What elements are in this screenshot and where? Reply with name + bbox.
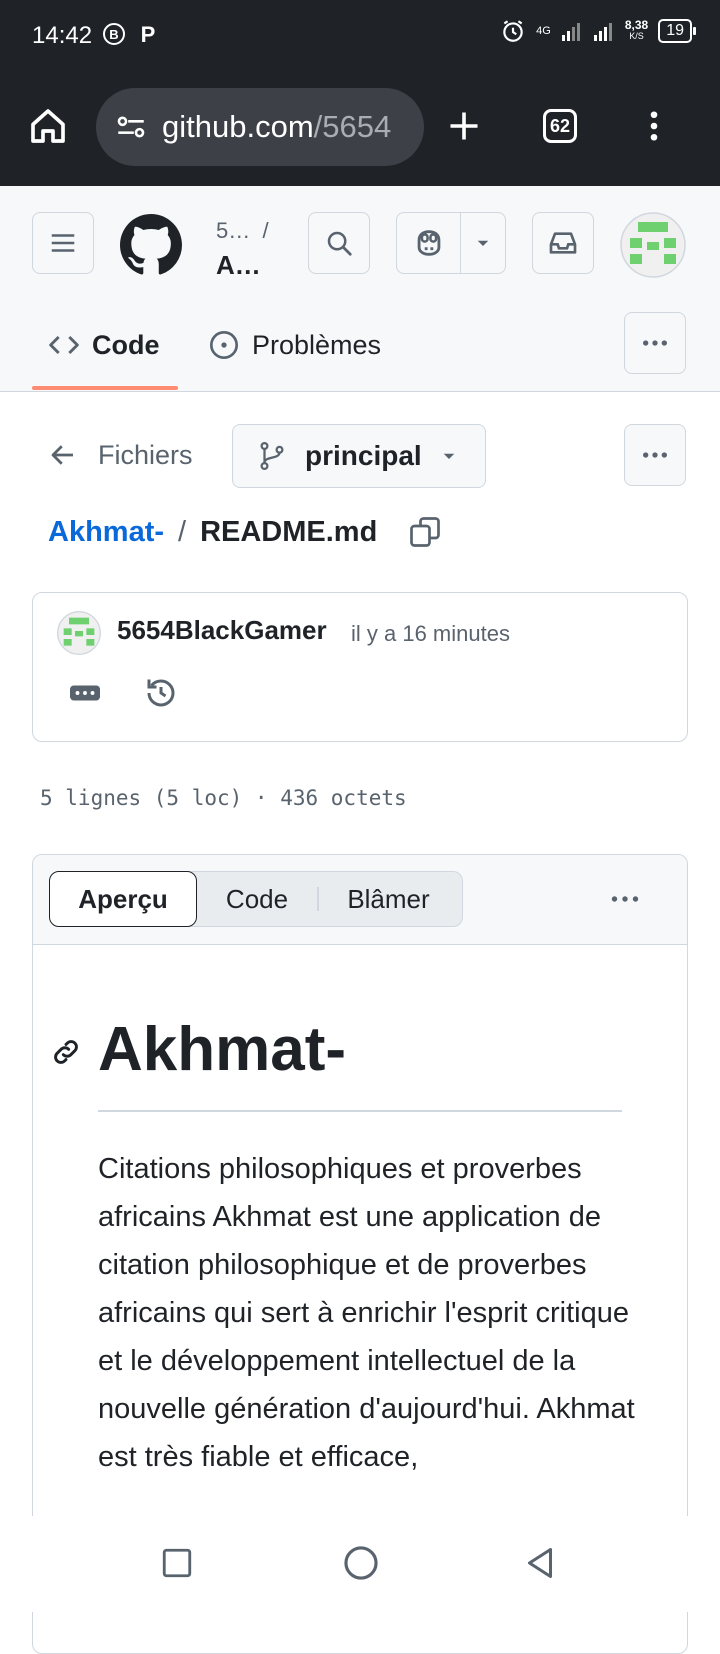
inbox-icon [549,232,577,254]
tab-issues[interactable]: Problèmes [208,316,381,374]
repo-owner[interactable]: 5… [216,218,250,243]
recent-apps-icon[interactable] [160,1546,194,1580]
tab-switcher-button[interactable]: 62 [538,104,582,148]
repo-name[interactable]: A… [216,248,269,282]
viewer-header: Aperçu Code Blâmer [33,855,687,945]
signal-2-icon [593,23,612,41]
file-info: 5 lignes (5 loc) · 436 octets [40,786,407,810]
repo-separator: / [262,218,269,243]
tab-code-label: Code [92,329,160,360]
path-repo-link[interactable]: Akhmat- [48,516,164,549]
home-icon[interactable] [26,104,70,148]
latest-commit-box: 5654BlackGamer il y a 16 minutes [32,592,688,742]
svg-text:P: P [141,22,156,46]
notification-p-icon: P [141,22,156,46]
hamburger-menu-button[interactable] [32,212,94,274]
active-tab-indicator [32,386,178,390]
copilot-button-group [396,212,506,274]
address-bar[interactable]: github.com/5654 [96,88,424,166]
new-tab-icon[interactable] [442,104,486,148]
home-nav-icon[interactable] [342,1544,380,1582]
net-speed-unit: K/S [629,31,644,41]
commit-author[interactable]: 5654BlackGamer [117,615,327,646]
inbox-button[interactable] [532,212,594,274]
path-file-name: README.md [200,515,378,548]
search-button[interactable] [308,212,370,274]
commit-author-avatar[interactable] [57,611,101,655]
signal-1-icon [561,23,580,41]
path-separator: / [178,515,187,548]
file-path-breadcrumb: Akhmat- / README.md [48,514,443,550]
copilot-dropdown-button[interactable] [461,213,505,273]
history-icon[interactable] [143,675,179,711]
arrow-left-icon [51,445,73,465]
view-mode-blame[interactable]: Blâmer [319,872,459,926]
readme-paragraph: Citations philosophiques et proverbes af… [98,1153,635,1473]
tab-issues-label: Problèmes [252,329,382,360]
status-bar: 14:42 B P 4G 8,38 K/S 19 [0,0,720,70]
back-to-files-label: Fichiers [98,439,193,470]
user-avatar[interactable] [620,212,686,278]
repo-more-button[interactable] [624,312,686,374]
network-type: 4G [536,25,551,37]
branch-name: principal [305,440,422,471]
copilot-button[interactable] [397,213,461,273]
copilot-icon [417,230,440,256]
view-mode-code[interactable]: Code [197,872,317,926]
issue-icon [210,331,238,359]
url-text[interactable]: github.com/5654 [162,109,391,145]
kebab-horizontal-icon [643,452,667,458]
back-nav-icon[interactable] [522,1544,558,1582]
readme-divider [98,1110,622,1112]
svg-text:B: B [109,27,118,42]
net-speed-value: 8,38 [624,18,649,32]
tab-count: 62 [543,109,577,143]
notification-b-icon: B [103,23,125,45]
chevron-down-icon [477,240,489,246]
status-right: 4G 8,38 K/S 19 [500,18,696,44]
commit-message-toggle-icon[interactable] [67,675,103,711]
system-navigation-bar [0,1516,720,1612]
url-host: github.com [162,109,314,144]
search-icon [327,231,352,256]
commit-time: il y a 16 minutes [351,621,510,646]
status-time: 14:42 [32,22,93,49]
branch-selector[interactable]: principal [232,424,486,488]
github-logo-icon[interactable] [120,214,182,276]
file-more-button[interactable] [624,424,686,486]
github-header: 5… / A… Code Problèmes [0,186,720,392]
readme-title: Akhmat- [98,1015,347,1084]
kebab-horizontal-icon [643,340,667,346]
git-branch-icon [260,442,284,471]
url-path: /5654 [313,109,392,144]
browser-toolbar: github.com/5654 62 [0,70,720,186]
back-to-files-button[interactable]: Fichiers [48,424,193,486]
code-icon [49,335,79,355]
repo-breadcrumb: 5… / A… [216,214,269,282]
tab-code[interactable]: Code [48,316,160,374]
kebab-horizontal-icon[interactable] [607,881,643,917]
view-mode-preview[interactable]: Aperçu [49,871,197,927]
view-mode-segmented-control: Aperçu Code Blâmer [49,871,463,927]
net-speed: 8,38 K/S [624,18,649,42]
hamburger-icon [51,234,75,252]
copy-icon[interactable] [407,514,443,550]
alarm-icon [503,20,523,42]
anchor-link-icon[interactable] [50,1036,82,1068]
site-settings-icon[interactable] [114,110,148,144]
chevron-down-icon [443,453,454,459]
battery-indicator: 19 [658,19,696,43]
browser-menu-icon[interactable] [632,104,676,148]
